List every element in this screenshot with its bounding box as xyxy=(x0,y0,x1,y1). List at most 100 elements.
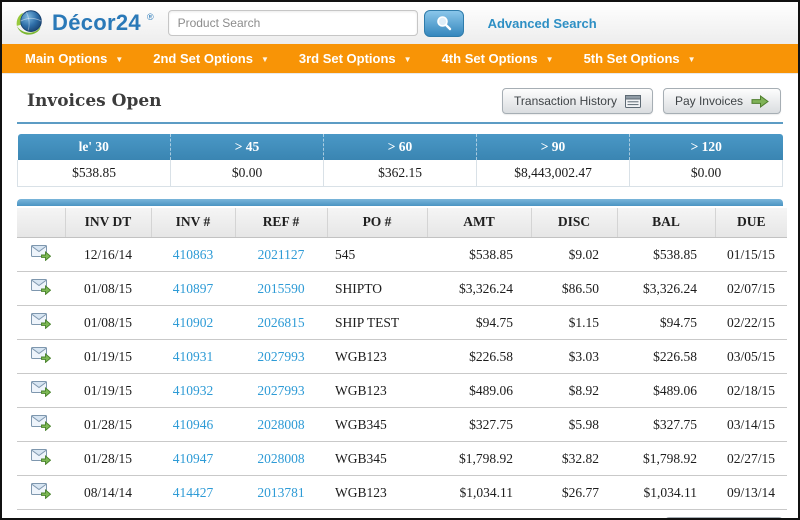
invoice-number: 410946 xyxy=(151,408,235,442)
column-header: REF # xyxy=(235,208,327,238)
invoice-date: 01/19/15 xyxy=(65,374,151,408)
invoice-number-link[interactable]: 410946 xyxy=(173,417,214,432)
due-date: 09/13/14 xyxy=(715,476,787,510)
aging-value: $8,443,002.47 xyxy=(477,160,630,186)
pay-invoices-button[interactable]: Pay Invoices xyxy=(663,88,781,114)
column-header: DUE xyxy=(715,208,787,238)
registered-mark: ® xyxy=(147,12,154,22)
invoice-number-link[interactable]: 414427 xyxy=(173,485,214,500)
pay-invoices-label: Pay Invoices xyxy=(675,94,743,108)
nav-item-label: 3rd Set Options xyxy=(299,51,396,66)
invoice-date: 12/16/14 xyxy=(65,238,151,272)
balance: $538.85 xyxy=(617,238,715,272)
chevron-down-icon: ▼ xyxy=(261,53,269,64)
due-date: 03/14/15 xyxy=(715,408,787,442)
aging-column-header: > 45 xyxy=(171,134,324,160)
invoice-number-link[interactable]: 410931 xyxy=(173,349,214,364)
aging-value: $362.15 xyxy=(324,160,477,186)
invoice-number-link[interactable]: 410902 xyxy=(173,315,214,330)
ref-number-link[interactable]: 2021127 xyxy=(258,247,305,262)
ref-number-link[interactable]: 2015590 xyxy=(257,281,304,296)
aging-column-header: > 90 xyxy=(477,134,630,160)
ref-number: 2015590 xyxy=(235,272,327,306)
ref-number-link[interactable]: 2013781 xyxy=(257,485,304,500)
ref-number: 2021127 xyxy=(235,238,327,272)
amount: $1,798.92 xyxy=(427,442,531,476)
logo-text: Décor24 xyxy=(52,10,141,36)
po-number: WGB123 xyxy=(327,476,427,510)
amount: $1,034.11 xyxy=(427,476,531,510)
transaction-history-label: Transaction History xyxy=(514,94,617,108)
po-number: 545 xyxy=(327,238,427,272)
chevron-down-icon: ▼ xyxy=(115,53,123,64)
invoice-date: 08/14/14 xyxy=(65,476,151,510)
invoice-date: 01/19/15 xyxy=(65,340,151,374)
forward-mail-icon[interactable] xyxy=(31,347,51,363)
forward-mail-icon[interactable] xyxy=(31,313,51,329)
amount: $94.75 xyxy=(427,306,531,340)
aging-column-header: > 60 xyxy=(324,134,477,160)
app-window: Décor24 ® Advanced Search Main Options▼2n… xyxy=(0,0,800,520)
search-button[interactable] xyxy=(424,10,464,37)
invoice-number-link[interactable]: 410932 xyxy=(173,383,214,398)
aging-values-row: $538.85$0.00$362.15$8,443,002.47$0.00 xyxy=(18,160,783,186)
discount: $5.98 xyxy=(531,408,617,442)
invoice-number-link[interactable]: 410947 xyxy=(173,451,214,466)
po-number: WGB345 xyxy=(327,408,427,442)
amount: $327.75 xyxy=(427,408,531,442)
forward-mail-icon[interactable] xyxy=(31,483,51,499)
invoice-number-link[interactable]: 410863 xyxy=(173,247,214,262)
nav-menu-2[interactable]: 2nd Set Options▼ xyxy=(138,44,284,73)
amount: $489.06 xyxy=(427,374,531,408)
nav-menu-5[interactable]: 5th Set Options▼ xyxy=(569,44,711,73)
forward-mail-icon[interactable] xyxy=(31,449,51,465)
invoice-row: 01/28/154109462028008WGB345$327.75$5.98$… xyxy=(17,408,787,442)
forward-mail-icon[interactable] xyxy=(31,381,51,397)
amount: $538.85 xyxy=(427,238,531,272)
ref-number: 2027993 xyxy=(235,374,327,408)
forward-invoice-cell xyxy=(17,272,65,306)
ref-number-link[interactable]: 2028008 xyxy=(257,417,304,432)
ref-number: 2028008 xyxy=(235,408,327,442)
forward-invoice-cell xyxy=(17,408,65,442)
discount: $1.15 xyxy=(531,306,617,340)
invoice-number-link[interactable]: 410897 xyxy=(173,281,214,296)
product-search-input[interactable] xyxy=(168,10,418,36)
forward-mail-icon[interactable] xyxy=(31,279,51,295)
balance: $3,326.24 xyxy=(617,272,715,306)
po-number: WGB345 xyxy=(327,442,427,476)
column-header: PO # xyxy=(327,208,427,238)
due-date: 01/15/15 xyxy=(715,238,787,272)
forward-invoice-cell xyxy=(17,340,65,374)
invoice-row: 08/14/144144272013781WGB123$1,034.11$26.… xyxy=(17,476,787,510)
due-date: 02/07/15 xyxy=(715,272,787,306)
ref-number-link[interactable]: 2027993 xyxy=(257,349,304,364)
discount: $3.03 xyxy=(531,340,617,374)
po-number: SHIP TEST xyxy=(327,306,427,340)
forward-mail-icon[interactable] xyxy=(31,245,51,261)
ref-number-link[interactable]: 2028008 xyxy=(257,451,304,466)
discount: $8.92 xyxy=(531,374,617,408)
aging-value: $538.85 xyxy=(18,160,171,186)
ref-number-link[interactable]: 2027993 xyxy=(257,383,304,398)
invoice-number: 410947 xyxy=(151,442,235,476)
advanced-search-link[interactable]: Advanced Search xyxy=(488,16,597,31)
balance: $1,034.11 xyxy=(617,476,715,510)
top-header: Décor24 ® Advanced Search xyxy=(2,2,798,44)
nav-menu-3[interactable]: 3rd Set Options▼ xyxy=(284,44,427,73)
due-date: 02/27/15 xyxy=(715,442,787,476)
ref-number-link[interactable]: 2026815 xyxy=(257,315,304,330)
nav-menu-1[interactable]: Main Options▼ xyxy=(10,44,138,73)
nav-menu-4[interactable]: 4th Set Options▼ xyxy=(427,44,569,73)
invoice-number: 410932 xyxy=(151,374,235,408)
invoice-row: 01/08/154108972015590SHIPTO$3,326.24$86.… xyxy=(17,272,787,306)
forward-mail-icon[interactable] xyxy=(31,415,51,431)
aging-column-header: le' 30 xyxy=(18,134,171,160)
transaction-history-button[interactable]: Transaction History xyxy=(502,88,653,114)
discount: $9.02 xyxy=(531,238,617,272)
column-header xyxy=(17,208,65,238)
main-nav-bar: Main Options▼2nd Set Options▼3rd Set Opt… xyxy=(2,44,798,74)
table-cap-bar xyxy=(17,199,783,206)
invoice-row: 01/08/154109022026815SHIP TEST$94.75$1.1… xyxy=(17,306,787,340)
invoice-row: 01/19/154109312027993WGB123$226.58$3.03$… xyxy=(17,340,787,374)
